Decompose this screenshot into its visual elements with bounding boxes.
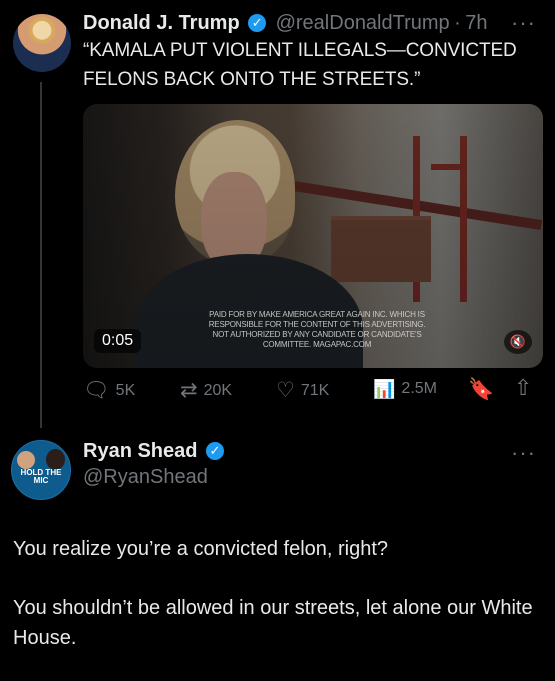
mute-icon[interactable]: 🔇 — [504, 330, 532, 354]
tweet2-more-menu[interactable]: ··· — [511, 440, 536, 466]
views-count: 2.5M — [401, 380, 437, 397]
bookmark-icon[interactable]: 🔖 — [468, 379, 494, 400]
repost-icon: ⇄ — [180, 379, 198, 402]
tweet2-paragraph-1: You realize you’re a convicted felon, ri… — [13, 538, 389, 560]
avatar-person-left — [17, 451, 35, 469]
tweet2-handle[interactable]: @RyanShead — [83, 466, 208, 489]
repost-count: 20K — [203, 381, 233, 399]
tweet1-video[interactable]: PAID FOR BY MAKE AMERICA GREAT AGAIN INC… — [83, 104, 543, 368]
trump-avatar[interactable] — [13, 14, 71, 72]
tweet1-header: Donald J. Trump ✓ @realDonaldTrump · 7h — [83, 12, 493, 35]
video-timestamp: 0:05 — [94, 329, 142, 353]
tweet2-paragraph-2: You shouldn’t be allowed in our streets,… — [13, 597, 533, 649]
ryan-avatar[interactable]: HOLD THE MIC — [11, 440, 71, 500]
tweet-thread: { "tweet1": { "author": "Donald J. Trump… — [0, 0, 555, 681]
tweet2-header: Ryan Shead ✓ — [83, 440, 224, 463]
tweet2-author[interactable]: Ryan Shead — [83, 440, 197, 462]
reply-icon: 🗨 — [83, 379, 110, 402]
views-icon: 📊 — [373, 379, 396, 399]
video-disclaimer: PAID FOR BY MAKE AMERICA GREAT AGAIN INC… — [208, 310, 426, 349]
repost-button[interactable]: ⇄ 20K — [180, 380, 232, 401]
verified-icon: ✓ — [248, 14, 267, 32]
thread-connector — [40, 82, 42, 428]
avatar-logo-text: HOLD THE MIC — [20, 468, 62, 485]
avatar-person-right — [46, 449, 65, 470]
tweet1-text: “KAMALA PUT VIOLENT ILLEGALS—CONVICTED F… — [83, 40, 517, 90]
verified-icon: ✓ — [205, 442, 224, 460]
reply-button[interactable]: 🗨 5K — [83, 380, 135, 401]
like-count: 71K — [300, 381, 330, 399]
tweet1-separator: · — [454, 12, 461, 34]
heart-icon: ♡ — [276, 379, 295, 402]
like-button[interactable]: ♡ 71K — [276, 380, 329, 401]
tweet1-handle[interactable]: @realDonaldTrump — [276, 12, 450, 34]
tweet1-more-menu[interactable]: ··· — [511, 10, 536, 36]
tweet1-time[interactable]: 7h — [465, 12, 487, 34]
share-icon[interactable]: ⇧ — [514, 377, 532, 399]
reply-count: 5K — [115, 381, 136, 399]
views-button[interactable]: 📊 2.5M — [373, 380, 437, 398]
tweet1-author[interactable]: Donald J. Trump — [83, 12, 240, 34]
